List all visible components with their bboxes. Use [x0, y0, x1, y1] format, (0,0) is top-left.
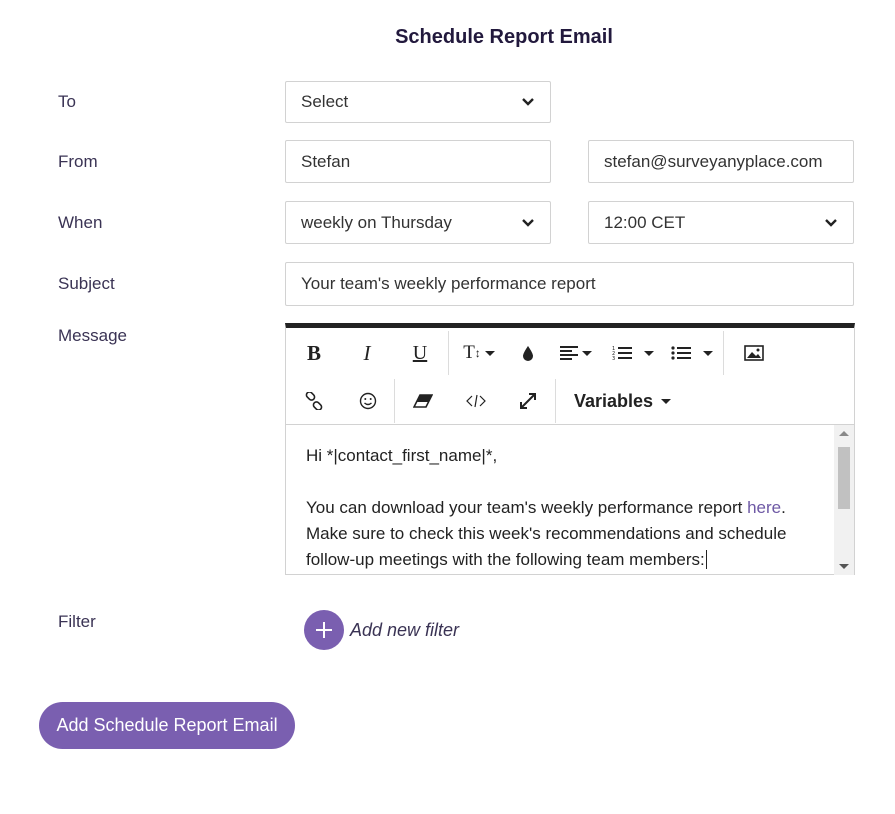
scrollbar-thumb[interactable]: [838, 447, 850, 509]
chevron-down-icon: [825, 218, 837, 227]
eraser-icon[interactable]: [395, 378, 451, 424]
svg-text:3: 3: [612, 356, 615, 361]
frequency-value: weekly on Thursday: [301, 212, 452, 232]
page-title: Schedule Report Email: [395, 26, 613, 48]
message-editor[interactable]: B I U T ↕ 123 Variables Hi *|contact_fir…: [285, 323, 855, 575]
fullscreen-icon[interactable]: [501, 378, 555, 424]
editor-toolbar: B I U T ↕ 123 Variables: [286, 328, 854, 425]
text-cursor: [705, 550, 707, 569]
code-icon[interactable]: [451, 378, 501, 424]
message-text: You can download your team's weekly perf…: [306, 498, 748, 517]
message-body[interactable]: Hi *|contact_first_name|*, You can downl…: [286, 425, 834, 575]
emoji-icon[interactable]: [342, 378, 394, 424]
add-schedule-report-email-button[interactable]: Add Schedule Report Email: [39, 702, 295, 749]
from-email-value: stefan@surveyanyplace.com: [604, 151, 823, 171]
variables-label: Variables: [574, 390, 654, 411]
from-name-value: Stefan: [301, 151, 351, 171]
message-label: Message: [58, 326, 127, 345]
scroll-up-icon[interactable]: [839, 431, 849, 436]
time-select[interactable]: 12:00 CET: [588, 201, 854, 244]
italic-icon[interactable]: I: [342, 330, 392, 376]
subject-input[interactable]: Your team's weekly performance report: [285, 262, 854, 306]
message-text-end: .: [781, 498, 786, 517]
color-drop-icon[interactable]: [509, 330, 547, 376]
unordered-list-icon[interactable]: [661, 330, 723, 376]
subject-value: Your team's weekly performance report: [301, 274, 596, 293]
from-label: From: [58, 152, 98, 171]
time-value: 12:00 CET: [604, 212, 686, 232]
add-filter-label: Add new filter: [350, 619, 460, 640]
font-size-icon[interactable]: T ↕: [449, 330, 509, 376]
to-select[interactable]: Select: [285, 81, 551, 123]
link-icon[interactable]: [286, 378, 342, 424]
report-link[interactable]: here: [747, 498, 781, 517]
scroll-down-icon[interactable]: [839, 564, 849, 569]
message-text-2: Make sure to check this week's recommend…: [306, 524, 787, 569]
frequency-select[interactable]: weekly on Thursday: [285, 201, 551, 244]
chevron-down-icon: [522, 218, 534, 227]
from-email-input[interactable]: stefan@surveyanyplace.com: [588, 140, 854, 183]
message-paragraph: You can download your team's weekly perf…: [306, 495, 814, 573]
when-label: When: [58, 213, 103, 232]
plus-icon: [304, 610, 344, 650]
to-label: To: [58, 92, 76, 111]
variables-dropdown[interactable]: Variables: [556, 378, 672, 424]
ordered-list-icon[interactable]: 123: [605, 330, 661, 376]
subject-label: Subject: [58, 274, 115, 293]
editor-scrollbar[interactable]: [834, 425, 854, 575]
image-icon[interactable]: [724, 330, 784, 376]
from-name-input[interactable]: Stefan: [285, 140, 551, 183]
caret-down-icon: [661, 398, 672, 404]
filter-label: Filter: [58, 612, 96, 631]
bold-icon[interactable]: B: [286, 330, 342, 376]
align-icon[interactable]: [547, 330, 605, 376]
message-greeting: Hi *|contact_first_name|*,: [306, 446, 498, 465]
underline-icon[interactable]: U: [392, 330, 448, 376]
add-filter-button[interactable]: Add new filter: [304, 610, 459, 650]
to-select-value: Select: [301, 92, 349, 111]
chevron-down-icon: [522, 98, 534, 106]
